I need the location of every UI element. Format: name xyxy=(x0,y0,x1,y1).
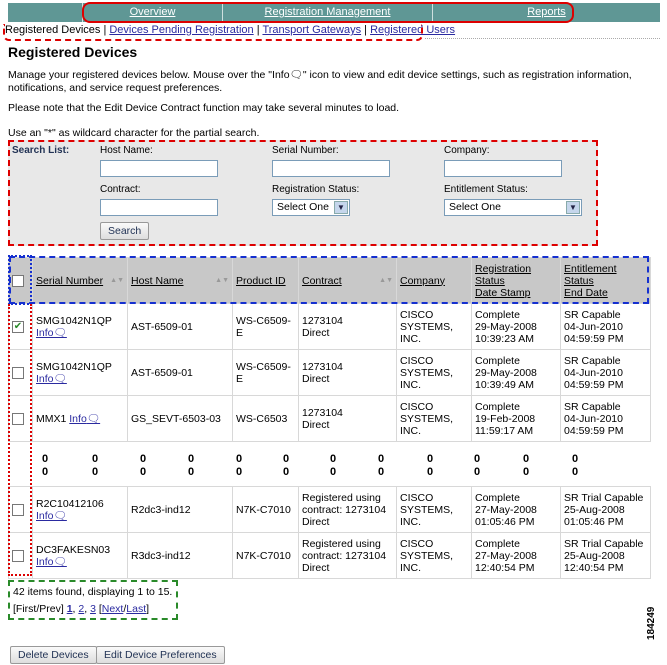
host-cell: AST-6509-01 xyxy=(127,303,233,350)
search-panel: Search List: Host Name: Serial Number: C… xyxy=(8,140,598,246)
callout-header-ring xyxy=(9,256,649,304)
figure-id: 184249 xyxy=(646,606,657,640)
info-link[interactable]: Info🗨 xyxy=(36,327,67,339)
entitlement-cell: SR Trial Capable 25-Aug-2008 12:40:54 PM xyxy=(560,532,651,579)
results-summary: 42 items found, displaying 1 to 15. xyxy=(13,586,173,598)
company-input[interactable] xyxy=(444,160,562,177)
info-link[interactable]: Info🗨 xyxy=(69,413,100,425)
note-text: Please note that the Edit Device Contrac… xyxy=(8,102,400,114)
divider xyxy=(425,38,660,39)
next-link[interactable]: Next xyxy=(102,603,124,615)
product-cell: WS-C6503 xyxy=(232,395,299,442)
serial-cell: SMG1042N1QP Info🗨 xyxy=(32,303,128,350)
callout-nav-ring xyxy=(82,2,574,23)
info-link[interactable]: Info🗨 xyxy=(36,373,67,385)
table-row: R2C10412106 Info🗨 R2dc3-ind12 N7K-C7010 R… xyxy=(8,486,651,533)
company-cell: CISCO SYSTEMS, INC. xyxy=(396,486,472,533)
search-heading: Search List: xyxy=(12,145,70,156)
callout-checkbox-column xyxy=(8,304,32,576)
entitlement-cell: SR Trial Capable 25-Aug-2008 01:05:46 PM xyxy=(560,486,651,533)
page-title: Registered Devices xyxy=(8,44,138,60)
host-cell: GS_SEVT-6503-03 xyxy=(127,395,233,442)
info-link[interactable]: Info🗨 xyxy=(36,510,67,522)
registration-cell: Complete 19-Feb-2008 11:59:17 AM xyxy=(471,395,561,442)
registration-status-label: Registration Status: xyxy=(272,184,360,195)
chevron-down-icon: ▼ xyxy=(334,201,348,214)
callout-subnav-ring xyxy=(3,24,423,41)
info-icon: 🗨 xyxy=(53,326,67,339)
delete-devices-button[interactable]: Delete Devices xyxy=(10,646,97,664)
pager-panel: 42 items found, displaying 1 to 15. [Fir… xyxy=(8,580,178,620)
entitlement-cell: SR Capable 04-Jun-2010 04:59:59 PM xyxy=(560,395,651,442)
serial-cell: DC3FAKESN03 Info🗨 xyxy=(32,532,128,579)
info-icon: 🗨 xyxy=(53,509,67,522)
intro-text: Manage your registered devices below. Mo… xyxy=(8,69,632,94)
company-cell: CISCO SYSTEMS, INC. xyxy=(396,532,472,579)
info-icon: 🗨 xyxy=(86,412,101,425)
last-link[interactable]: Last xyxy=(126,603,146,615)
product-cell: WS-C6509-E xyxy=(232,303,299,350)
table-row: SMG1042N1QP Info🗨 AST-6509-01 WS-C6509-E … xyxy=(8,349,651,396)
contract-cell: 1273104 Direct xyxy=(298,303,397,350)
info-icon: 🗨 xyxy=(53,372,67,385)
contract-input[interactable] xyxy=(100,199,218,216)
registration-cell: Complete 29-May-2008 10:39:23 AM xyxy=(471,303,561,350)
entitlement-cell: SR Capable 04-Jun-2010 04:59:59 PM xyxy=(560,303,651,350)
serial-cell: SMG1042N1QP Info🗨 xyxy=(32,349,128,396)
info-link[interactable]: Info🗨 xyxy=(36,556,67,568)
entitlement-cell: SR Capable 04-Jun-2010 04:59:59 PM xyxy=(560,349,651,396)
table-row: ✔ SMG1042N1QP Info🗨 AST-6509-01 WS-C6509-… xyxy=(8,303,651,350)
info-icon: 🗨 xyxy=(289,69,303,81)
devices-table: ▲▼ Serial Number ▲▼ Host Name Product ID ▲… xyxy=(8,257,651,579)
host-name-label: Host Name: xyxy=(100,145,153,156)
table-row: MMX1 Info🗨 GS_SEVT-6503-03 WS-C6503 1273… xyxy=(8,395,651,442)
product-cell: N7K-C7010 xyxy=(232,486,299,533)
rows-omitted-indicator: 000000000000000000000000 xyxy=(42,453,579,478)
company-cell: CISCO SYSTEMS, INC. xyxy=(396,303,472,350)
host-name-input[interactable] xyxy=(100,160,218,177)
info-icon: 🗨 xyxy=(53,555,67,568)
company-label: Company: xyxy=(444,145,490,156)
chevron-down-icon: ▼ xyxy=(566,201,580,214)
entitlement-status-select[interactable]: Select One ▼ xyxy=(444,199,582,216)
contract-cell: 1273104 Direct xyxy=(298,395,397,442)
entitlement-status-label: Entitlement Status: xyxy=(444,184,528,195)
contract-cell: Registered using contract: 1273104 Direct xyxy=(298,486,397,533)
product-cell: N7K-C7010 xyxy=(232,532,299,579)
serial-number-label: Serial Number: xyxy=(272,145,339,156)
host-cell: R3dc3-ind12 xyxy=(127,532,233,579)
nav-spacer xyxy=(8,3,83,22)
table-row: DC3FAKESN03 Info🗨 R3dc3-ind12 N7K-C7010 R… xyxy=(8,532,651,579)
pager: [First/Prev] 1, 2, 3 [Next/Last] xyxy=(13,603,150,615)
contract-cell: Registered using contract: 1273104 Direct xyxy=(298,532,397,579)
company-cell: CISCO SYSTEMS, INC. xyxy=(396,349,472,396)
contract-cell: 1273104 Direct xyxy=(298,349,397,396)
serial-number-input[interactable] xyxy=(272,160,390,177)
edit-device-preferences-button[interactable]: Edit Device Preferences xyxy=(96,646,225,664)
page-1-link[interactable]: 1 xyxy=(67,603,73,615)
company-cell: CISCO SYSTEMS, INC. xyxy=(396,395,472,442)
host-cell: AST-6509-01 xyxy=(127,349,233,396)
host-cell: R2dc3-ind12 xyxy=(127,486,233,533)
product-cell: WS-C6509-E xyxy=(232,349,299,396)
registration-cell: Complete 27-May-2008 01:05:46 PM xyxy=(471,486,561,533)
page-2-link[interactable]: 2 xyxy=(78,603,84,615)
first-prev-label: [First/Prev] xyxy=(13,603,64,615)
serial-cell: MMX1 Info🗨 xyxy=(32,395,128,442)
registration-status-select[interactable]: Select One ▼ xyxy=(272,199,350,216)
registration-cell: Complete 29-May-2008 10:39:49 AM xyxy=(471,349,561,396)
registration-cell: Complete 27-May-2008 12:40:54 PM xyxy=(471,532,561,579)
callout-select-all-ring xyxy=(8,255,32,305)
wildcard-text: Use an "*" as wildcard character for the… xyxy=(8,127,260,139)
serial-cell: R2C10412106 Info🗨 xyxy=(32,486,128,533)
search-button[interactable]: Search xyxy=(100,222,150,240)
page-3-link[interactable]: 3 xyxy=(90,603,96,615)
contract-label: Contract: xyxy=(100,184,141,195)
